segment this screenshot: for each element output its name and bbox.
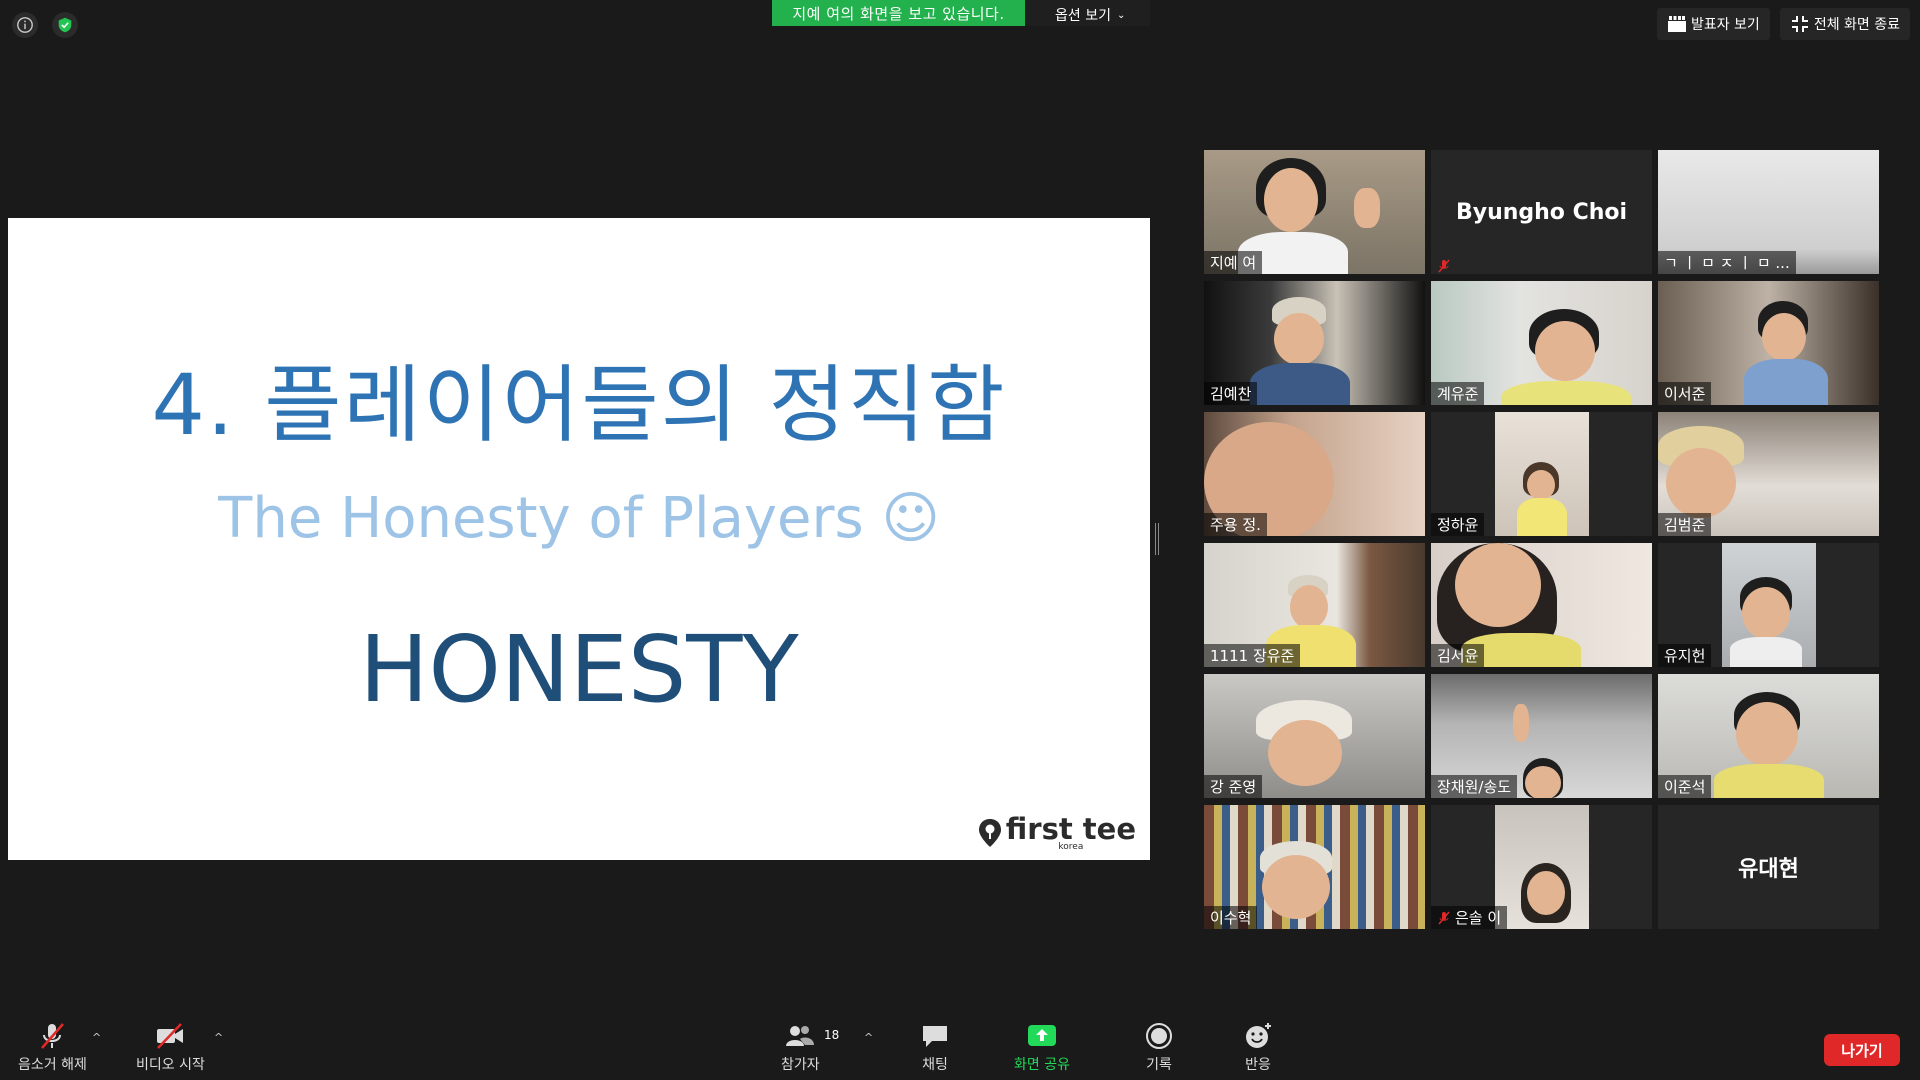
participant-tile[interactable]: 유대현 (1658, 805, 1879, 929)
audio-options-caret-icon[interactable]: ^ (92, 1031, 101, 1044)
start-video-label: 비디오 시작 (136, 1057, 205, 1073)
view-options-label: 옵션 보기 (1055, 8, 1111, 24)
participant-status (1431, 258, 1457, 274)
view-options-button[interactable]: 옵션 보기 ⌄ (1025, 0, 1150, 26)
participant-name: 지예 여 (1204, 251, 1263, 274)
share-screen-label: 화면 공유 (1014, 1057, 1070, 1073)
logo-text: first tee (1005, 812, 1136, 846)
sharing-banner: 지예 여의 화면을 보고 있습니다. 옵션 보기 ⌄ (772, 0, 1150, 26)
participant-name: 장채원/송도 (1431, 775, 1518, 798)
participant-name: 은솔 이 (1431, 906, 1508, 929)
chat-label: 채팅 (922, 1057, 948, 1073)
sharing-status-text: 지예 여의 화면을 보고 있습니다. (772, 0, 1025, 26)
reactions-button[interactable]: 반응 (1243, 1022, 1273, 1074)
video-off-icon (157, 1023, 184, 1049)
participants-options-caret-icon[interactable]: ^ (864, 1031, 873, 1044)
participant-tile[interactable]: 이수혁 (1204, 805, 1425, 929)
participant-tile[interactable]: 은솔 이 (1431, 805, 1652, 929)
participant-name: 강 준영 (1204, 775, 1263, 798)
first-tee-logo: first tee korea (978, 812, 1136, 852)
participant-name: 1111 장유준 (1204, 644, 1301, 667)
participant-name: 김예찬 (1204, 382, 1258, 405)
reactions-label: 반응 (1245, 1057, 1271, 1073)
security-shield-icon[interactable] (52, 12, 78, 38)
speaker-view-label: 발표자 보기 (1690, 17, 1760, 33)
participant-tile[interactable]: 정하윤 (1431, 412, 1652, 536)
muted-mic-icon (1438, 259, 1450, 273)
participant-tile[interactable]: 유지헌 (1658, 543, 1879, 667)
participant-name: 이서준 (1658, 382, 1712, 405)
participant-name: 김범준 (1658, 513, 1712, 536)
record-icon (1146, 1023, 1172, 1049)
participant-name-placeholder: Byungho Choi (1455, 199, 1628, 225)
participant-name: 이준석 (1658, 775, 1712, 798)
participant-tile[interactable]: 주용 정. (1204, 412, 1425, 536)
exit-fullscreen-icon (1791, 16, 1808, 32)
participant-count: 18 (824, 1028, 840, 1042)
share-screen-button[interactable]: 화면 공유 (1014, 1022, 1070, 1074)
chevron-down-icon: ⌄ (1116, 9, 1126, 21)
unmute-button[interactable]: 음소거 해제 (18, 1022, 87, 1074)
participant-name: 이수혁 (1204, 906, 1258, 929)
top-left-icons (12, 12, 78, 38)
record-button[interactable]: 기록 (1144, 1022, 1174, 1074)
participant-tile[interactable]: ㄱ ㅣ ㅁ ㅈ ㅣ ㅁ ... (1658, 150, 1879, 274)
first-tee-logo-icon (978, 819, 1001, 847)
participant-name-text: 은솔 이 (1455, 909, 1502, 927)
participant-name: 김서윤 (1431, 644, 1485, 667)
participant-tile[interactable]: 김범준 (1658, 412, 1879, 536)
slide-subtitle: The Honesty of Players ☺ (218, 486, 940, 551)
muted-mic-icon (41, 1023, 65, 1049)
participant-name: 정하윤 (1431, 513, 1485, 536)
reactions-smiley-icon (1246, 1023, 1271, 1048)
exit-fullscreen-label: 전체 화면 종료 (1813, 17, 1900, 33)
participant-tile[interactable]: Byungho Choi (1431, 150, 1652, 274)
participant-tile[interactable]: 김서윤 (1431, 543, 1652, 667)
start-video-button[interactable]: 비디오 시작 (136, 1022, 205, 1074)
participants-label: 참가자 (781, 1057, 820, 1073)
chat-icon (923, 1026, 947, 1047)
slide-title: 4. 플레이어들의 정직함 (151, 356, 1007, 454)
participant-gallery: 지예 여 Byungho Choi ㄱ ㅣ ㅁ ㅈ ㅣ ㅁ ... 김예찬 계유… (1204, 150, 1880, 929)
participant-tile[interactable]: 지예 여 (1204, 150, 1425, 274)
record-label: 기록 (1146, 1057, 1172, 1073)
participant-tile[interactable]: 계유준 (1431, 281, 1652, 405)
participant-tile[interactable]: 강 준영 (1204, 674, 1425, 798)
muted-mic-icon (1438, 911, 1450, 924)
participant-tile[interactable]: 이준석 (1658, 674, 1879, 798)
shared-screen: 4. 플레이어들의 정직함 The Honesty of Players ☺ H… (8, 218, 1150, 860)
exit-fullscreen-button[interactable]: 전체 화면 종료 (1779, 8, 1910, 40)
participant-tile[interactable]: 이서준 (1658, 281, 1879, 405)
participants-button[interactable]: 참가자 (781, 1022, 820, 1074)
panel-resize-handle[interactable] (1155, 523, 1159, 555)
unmute-label: 음소거 해제 (18, 1057, 87, 1073)
participant-name: 주용 정. (1204, 513, 1267, 536)
participant-tile[interactable]: 김예찬 (1204, 281, 1425, 405)
meeting-toolbar: 음소거 해제 ^ 비디오 시작 ^ 참가자 18 ^ 채팅 화면 공유 기록 반… (0, 1020, 1920, 1080)
speaker-view-icon (1667, 16, 1686, 32)
participant-tile-active-speaker[interactable]: 장채원/송도 (1431, 674, 1652, 798)
slide-headline: HONESTY (359, 616, 799, 723)
speaker-view-button[interactable]: 발표자 보기 (1656, 8, 1770, 40)
participant-name-placeholder: 유대현 (1738, 857, 1799, 882)
participant-name: 유지헌 (1658, 644, 1712, 667)
leave-meeting-button[interactable]: 나가기 (1824, 1034, 1900, 1066)
participant-tile[interactable]: 1111 장유준 (1204, 543, 1425, 667)
participant-name: 계유준 (1431, 382, 1485, 405)
participants-icon (786, 1026, 815, 1046)
share-screen-icon (1027, 1025, 1056, 1046)
participant-name: ㄱ ㅣ ㅁ ㅈ ㅣ ㅁ ... (1658, 251, 1796, 274)
info-icon[interactable] (12, 12, 38, 38)
video-options-caret-icon[interactable]: ^ (214, 1031, 223, 1044)
chat-button[interactable]: 채팅 (920, 1022, 950, 1074)
top-right-controls: 발표자 보기 전체 화면 종료 (1656, 8, 1910, 40)
